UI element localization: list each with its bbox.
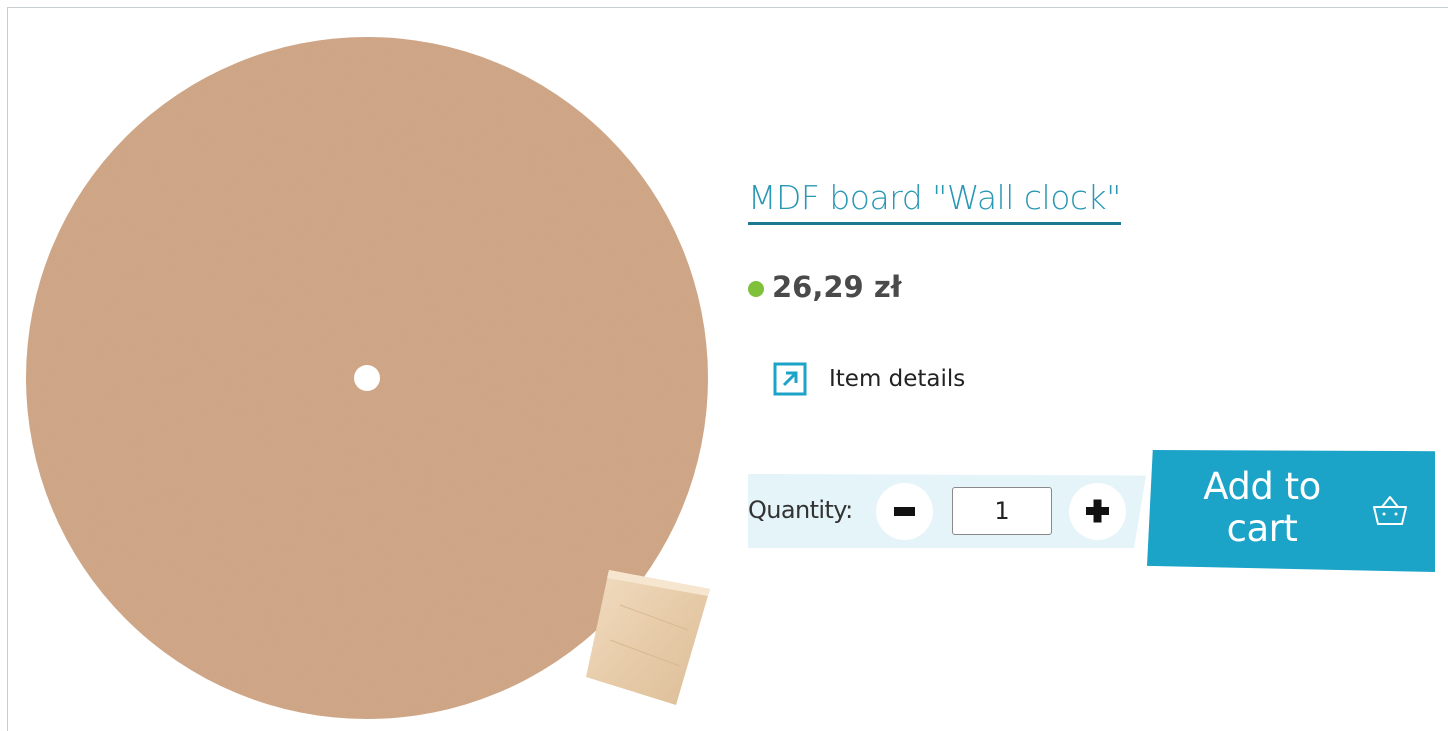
price-row: 26,29 zł: [748, 270, 901, 304]
stock-dot-icon: [748, 281, 764, 297]
quantity-label: Quantity:: [748, 496, 853, 524]
quantity-decrease-button[interactable]: [876, 483, 933, 540]
product-title-link[interactable]: MDF board "Wall clock": [748, 178, 1121, 225]
minus-icon: [894, 507, 915, 516]
external-arrow-icon: [773, 362, 807, 396]
plus-icon: [1086, 499, 1109, 523]
quantity-input[interactable]: [952, 487, 1052, 535]
item-details-label: Item details: [829, 366, 966, 392]
add-to-cart-button[interactable]: [1147, 450, 1435, 572]
product-price: 26,29 zł: [772, 270, 902, 304]
clock-center-hole: [354, 365, 380, 391]
quantity-increase-button[interactable]: [1069, 483, 1126, 540]
product-image[interactable]: [20, 30, 760, 720]
item-details-link[interactable]: Item details: [773, 362, 965, 396]
